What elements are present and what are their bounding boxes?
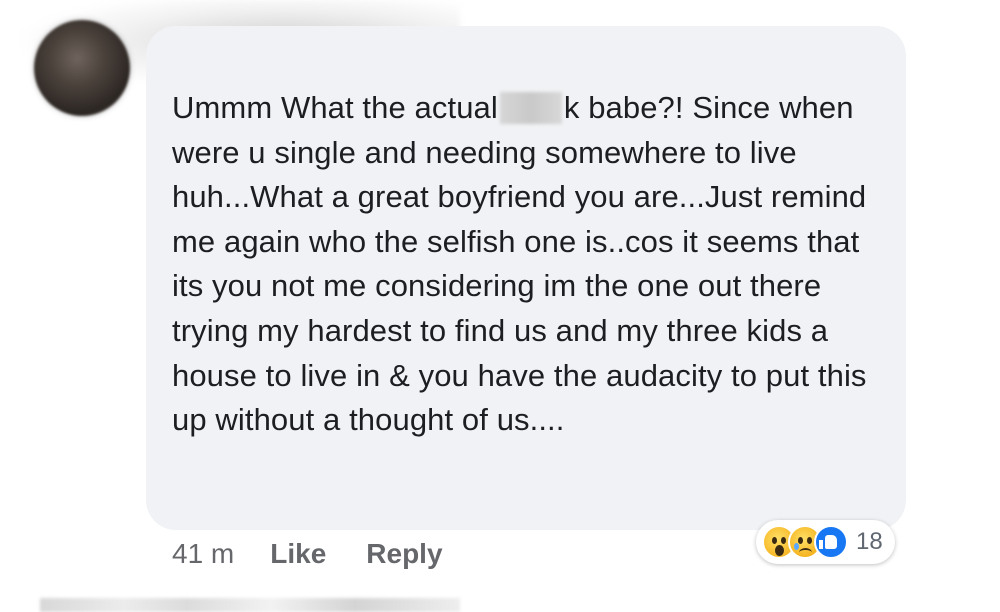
- comment-text: Ummm What the actual k babe?! Since when …: [172, 86, 886, 443]
- comment-timestamp[interactable]: 41 m: [172, 538, 234, 570]
- like-icon: [814, 525, 848, 559]
- comment-bubble: Ummm What the actual k babe?! Since when …: [146, 26, 906, 530]
- comment-text-start: Ummm What the actual: [172, 90, 498, 125]
- reactions-summary[interactable]: 18: [756, 520, 895, 564]
- comment-actions: 41 m Like Reply: [172, 538, 483, 570]
- reply-button[interactable]: Reply: [366, 538, 442, 570]
- redaction-block: [499, 92, 562, 124]
- comment-screenshot: Ummm What the actual k babe?! Since when …: [0, 0, 1000, 612]
- avatar[interactable]: [34, 20, 130, 116]
- reaction-count: 18: [856, 528, 883, 555]
- like-button[interactable]: Like: [270, 538, 326, 570]
- comment-text-rest: k babe?! Since when were u single and ne…: [172, 90, 867, 438]
- blurred-next-comment: [40, 598, 460, 612]
